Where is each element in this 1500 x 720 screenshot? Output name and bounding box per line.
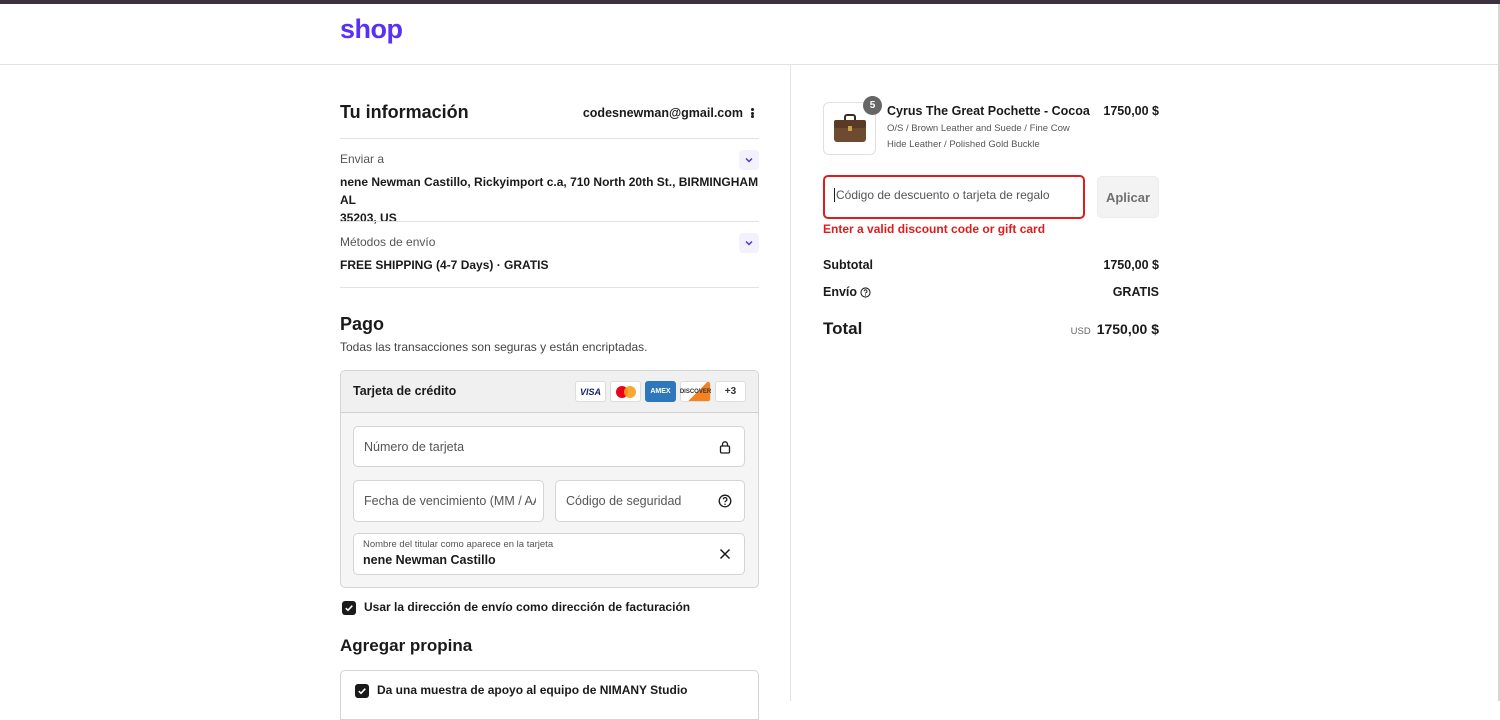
cardholder-name-input[interactable]: Nombre del titular como aparece en la ta… xyxy=(353,533,745,575)
variant-line-1: O/S / Brown Leather and Suede / Fine Cow xyxy=(887,123,1070,134)
total-label: Total xyxy=(823,319,863,338)
credit-card-option[interactable]: Tarjeta de crédito VISA AMEX DISCOVER +3 xyxy=(341,371,758,413)
shop-logo[interactable]: shop xyxy=(340,14,403,45)
contact-title: Tu información xyxy=(340,102,469,122)
address-line-1: nene Newman Castillo, Rickyimport c.a, 7… xyxy=(340,175,759,207)
chevron-down-icon xyxy=(745,240,753,246)
tip-title: Agregar propina xyxy=(340,636,473,655)
ship-to-expand-button[interactable] xyxy=(739,150,759,170)
expiry-date-placeholder: Fecha de vencimiento (MM / AA) xyxy=(364,494,536,508)
ship-to-address: nene Newman Castillo, Rickyimport c.a, 7… xyxy=(340,173,760,227)
security-code-input[interactable]: Código de seguridad xyxy=(555,480,745,522)
card-brands: VISA AMEX DISCOVER +3 xyxy=(575,381,746,402)
billing-same-checkbox[interactable] xyxy=(342,601,356,615)
amex-icon: AMEX xyxy=(645,381,676,402)
variant-line-2: Hide Leather / Polished Gold Buckle xyxy=(887,139,1040,150)
close-icon[interactable] xyxy=(718,547,732,561)
divider xyxy=(340,221,759,222)
shipping-method-label: Métodos de envío xyxy=(340,235,436,249)
chevron-down-icon xyxy=(745,157,753,163)
security-code-placeholder: Código de seguridad xyxy=(566,494,682,508)
help-circle-icon[interactable] xyxy=(860,287,871,298)
cardholder-name-label: Nombre del titular como aparece en la ta… xyxy=(363,539,554,550)
cardholder-name-value: nene Newman Castillo xyxy=(363,553,496,567)
divider xyxy=(340,287,759,288)
quantity-badge: 5 xyxy=(863,96,882,115)
card-number-placeholder: Número de tarjeta xyxy=(364,440,465,454)
shipping-label-row: Envío xyxy=(823,285,871,299)
shipping-value: GRATIS xyxy=(1112,285,1159,299)
expiry-date-input[interactable]: Fecha de vencimiento (MM / AA) xyxy=(353,480,544,522)
shipping-method-value: FREE SHIPPING (4-7 Days) · GRATIS xyxy=(340,258,549,272)
more-vertical-icon[interactable] xyxy=(747,105,757,121)
card-number-input[interactable]: Número de tarjeta xyxy=(353,426,745,467)
lock-icon xyxy=(719,441,731,454)
tip-panel: Da una muestra de apoyo al equipo de NIM… xyxy=(340,670,759,720)
product-name: Cyrus The Great Pochette - Cocoa xyxy=(887,104,1090,118)
shipping-label: Envío xyxy=(823,285,858,299)
help-circle-icon[interactable] xyxy=(718,494,732,508)
check-icon xyxy=(358,688,366,695)
shipping-method-expand-button[interactable] xyxy=(739,233,759,253)
payment-title: Pago xyxy=(340,314,385,334)
visa-icon: VISA xyxy=(575,381,606,402)
discount-error-message: Enter a valid discount code or gift card xyxy=(823,222,1046,236)
currency-code: USD xyxy=(1070,326,1091,337)
header: shop xyxy=(0,4,1500,65)
discover-icon: DISCOVER xyxy=(680,381,711,402)
payment-subtitle: Todas las transacciones son seguras y es… xyxy=(340,340,648,354)
contact-email: codesnewman@gmail.com xyxy=(582,106,743,120)
subtotal-value: 1750,00 $ xyxy=(1103,258,1159,272)
tip-checkbox[interactable] xyxy=(355,684,369,698)
handbag-icon xyxy=(833,113,866,142)
total-amount: USD 1750,00 $ xyxy=(1071,321,1159,337)
credit-card-title: Tarjeta de crédito xyxy=(353,384,457,398)
total-value: 1750,00 $ xyxy=(1096,321,1159,337)
apply-discount-button[interactable]: Aplicar xyxy=(1097,176,1159,218)
mastercard-icon xyxy=(610,381,641,402)
tip-option-label[interactable]: Da una muestra de apoyo al equipo de NIM… xyxy=(377,683,688,697)
ship-to-label: Enviar a xyxy=(340,152,385,166)
subtotal-label: Subtotal xyxy=(823,258,873,272)
discount-code-placeholder: Código de descuento o tarjeta de regalo xyxy=(834,188,1050,202)
address-line-2: 35203, US xyxy=(340,211,397,225)
divider xyxy=(340,138,759,139)
column-divider xyxy=(790,65,791,701)
discount-code-input[interactable]: Código de descuento o tarjeta de regalo xyxy=(823,175,1085,219)
more-brands-badge[interactable]: +3 xyxy=(715,381,746,402)
check-icon xyxy=(345,605,353,612)
product-price: 1750,00 $ xyxy=(1103,104,1159,118)
billing-same-label[interactable]: Usar la dirección de envío como direcció… xyxy=(364,600,690,614)
credit-card-panel: Tarjeta de crédito VISA AMEX DISCOVER +3… xyxy=(340,370,759,588)
product-variant: O/S / Brown Leather and Suede / Fine Cow… xyxy=(887,121,1097,153)
